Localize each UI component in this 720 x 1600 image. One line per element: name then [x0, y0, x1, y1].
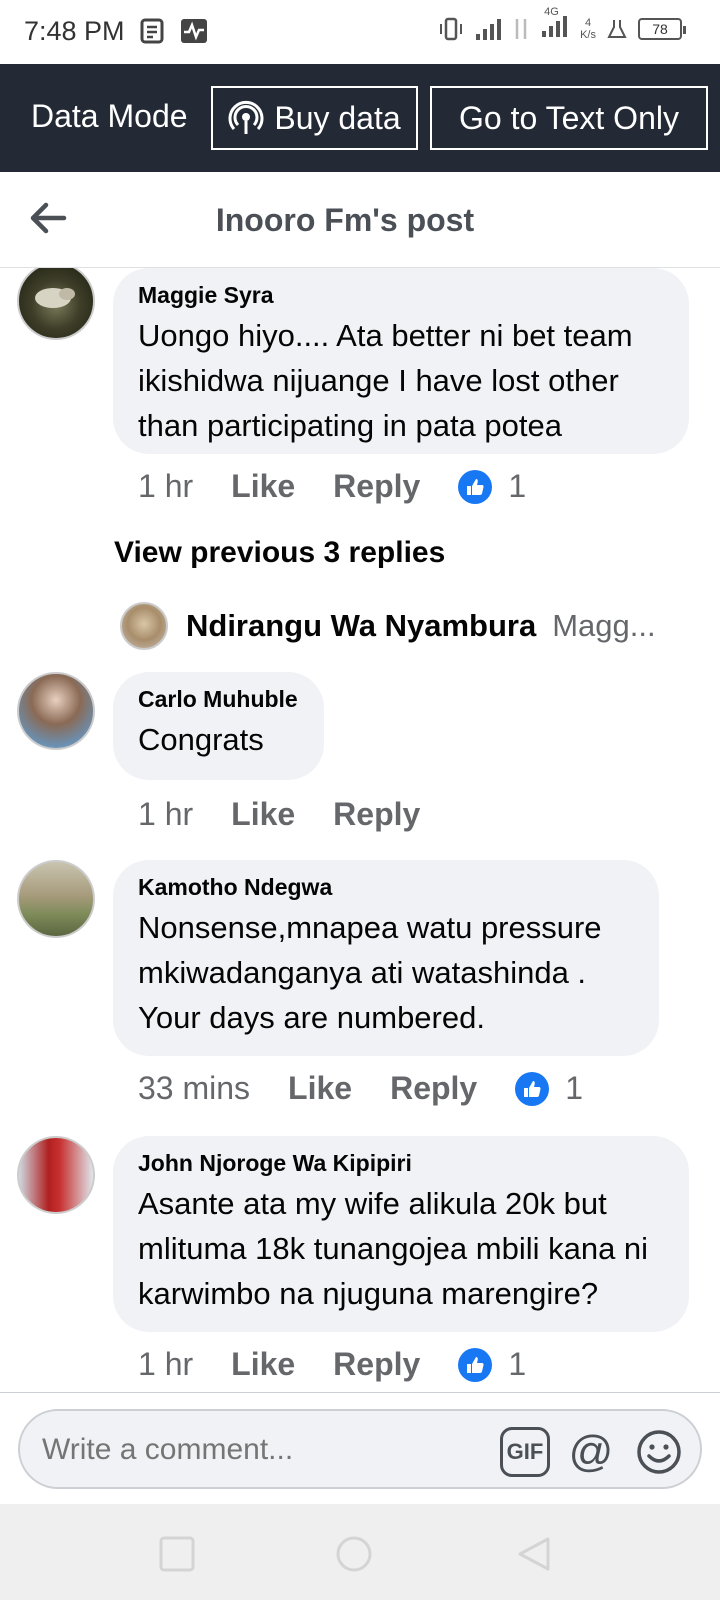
battery-icon: 78 [638, 17, 686, 40]
like-reaction-icon[interactable] [458, 1347, 493, 1382]
avatar-image [35, 288, 75, 308]
avatar[interactable] [17, 268, 95, 340]
comment-text: Nonsense,mnapea watu pressure mkiwadanga… [138, 910, 602, 1035]
comment-author[interactable]: John Njoroge Wa Kipipiri [138, 1150, 663, 1177]
mention-icon[interactable]: @ [566, 1427, 616, 1477]
comment-actions: 1 hr Like Reply 1 [138, 1346, 526, 1383]
comment-input[interactable] [42, 1433, 462, 1467]
back-nav-icon[interactable] [514, 1534, 554, 1574]
status-time: 7:48 PM [24, 16, 125, 46]
comment-author[interactable]: Kamotho Ndegwa [138, 874, 633, 901]
comment-text: Asante ata my wife alikula 20k but mlitu… [138, 1186, 649, 1311]
comment-time[interactable]: 1 hr [138, 796, 193, 833]
post-header: Inooro Fm's post [0, 172, 720, 268]
network-speed: 4 K/s [580, 16, 596, 41]
data-transfer-icon [515, 18, 527, 39]
reply-avatar [120, 602, 168, 650]
buy-data-button[interactable]: Buy data [211, 86, 418, 150]
avatar[interactable] [17, 860, 95, 938]
like-button[interactable]: Like [288, 1070, 352, 1107]
broadcast-icon [228, 100, 264, 134]
signal-strength-icon [476, 18, 502, 40]
comment-text: Congrats [138, 722, 264, 757]
comment-bubble[interactable]: Kamotho Ndegwa Nonsense,mnapea watu pres… [113, 860, 659, 1056]
home-icon[interactable] [334, 1534, 374, 1574]
comment-actions: 33 mins Like Reply 1 [138, 1070, 583, 1107]
comment-author[interactable]: Carlo Muhuble [138, 686, 298, 713]
like-button[interactable]: Like [231, 1346, 295, 1383]
reply-snippet: Magg... [552, 608, 656, 643]
buy-data-label: Buy data [274, 99, 401, 136]
comment-bubble[interactable]: Maggie Syra Uongo hiyo.... Ata better ni… [113, 268, 689, 454]
activity-notification-icon [181, 19, 207, 43]
flask-icon [607, 19, 627, 38]
comment-actions: 1 hr Like Reply 1 [138, 468, 526, 505]
news-notification-icon [140, 18, 164, 44]
reply-button[interactable]: Reply [333, 1346, 420, 1383]
comments-list[interactable]: Maggie Syra Uongo hiyo.... Ata better ni… [0, 268, 720, 1392]
like-reaction-icon[interactable] [515, 1071, 550, 1106]
reply-preview[interactable]: Ndirangu Wa Nyambura Magg... [120, 602, 656, 650]
reply-button[interactable]: Reply [390, 1070, 477, 1107]
comment-author[interactable]: Maggie Syra [138, 282, 663, 309]
avatar[interactable] [17, 1136, 95, 1214]
data-mode-label: Data Mode [31, 98, 188, 134]
comment-composer: GIF @ [0, 1392, 720, 1504]
like-count[interactable]: 1 [508, 468, 526, 505]
like-button[interactable]: Like [231, 468, 295, 505]
gif-icon[interactable]: GIF [500, 1427, 550, 1477]
vibrate-icon [440, 17, 463, 40]
like-count[interactable]: 1 [508, 1346, 526, 1383]
recent-apps-icon[interactable] [157, 1534, 197, 1574]
view-previous-replies-link[interactable]: View previous 3 replies [114, 536, 445, 570]
reply-button[interactable]: Reply [333, 796, 420, 833]
like-count[interactable]: 1 [565, 1070, 583, 1107]
status-bar: 7:48 PM 4G 4 K/s 78 [0, 0, 720, 64]
network-type: 4G [544, 6, 559, 18]
system-nav-bar [0, 1504, 720, 1600]
comment-actions: 1 hr Like Reply [138, 796, 458, 833]
like-button[interactable]: Like [231, 796, 295, 833]
reply-button[interactable]: Reply [333, 468, 420, 505]
page-title: Inooro Fm's post [215, 202, 475, 238]
comment-time[interactable]: 33 mins [138, 1070, 250, 1107]
comment-time[interactable]: 1 hr [138, 468, 193, 505]
comment-input-box[interactable]: GIF @ [18, 1409, 702, 1489]
comment-bubble[interactable]: Carlo Muhuble Congrats [113, 672, 324, 780]
emoji-icon[interactable] [634, 1427, 684, 1477]
text-only-button[interactable]: Go to Text Only [430, 86, 708, 150]
comment-text: Uongo hiyo.... Ata better ni bet team ik… [138, 318, 633, 443]
reply-author: Ndirangu Wa Nyambura [186, 608, 537, 643]
like-reaction-icon[interactable] [458, 469, 493, 504]
comment-bubble[interactable]: John Njoroge Wa Kipipiri Asante ata my w… [113, 1136, 689, 1332]
data-mode-bar: Data Mode Buy data Go to Text Only [0, 64, 720, 172]
avatar[interactable] [17, 672, 95, 750]
comment-time[interactable]: 1 hr [138, 1346, 193, 1383]
